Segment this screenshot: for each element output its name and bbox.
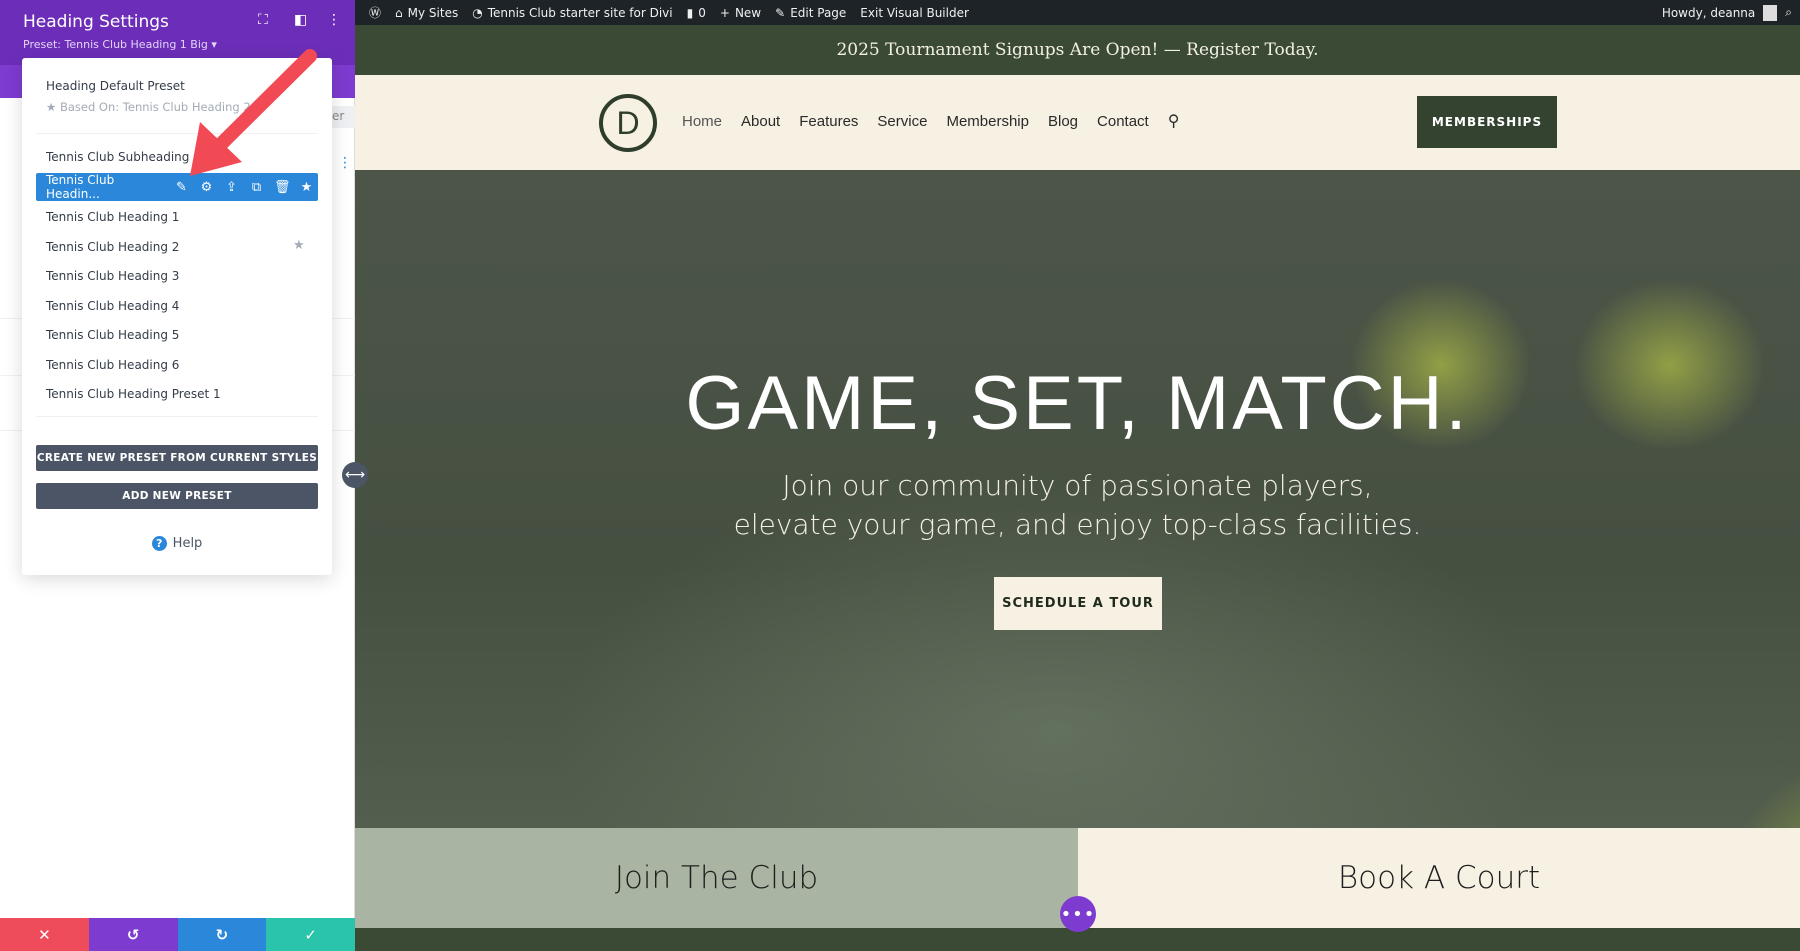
wp-admin-bar: Ⓦ ⌂ My Sites ◔ Tennis Club starter site fo… [355, 0, 1800, 25]
help-label: Help [172, 536, 203, 551]
comment-icon: ▮ [686, 5, 694, 20]
exit-visual-builder-link[interactable]: Exit Visual Builder [860, 6, 969, 20]
check-icon: ✓ [304, 925, 317, 944]
arrow-shaft [208, 49, 317, 157]
redo-button[interactable]: ↻ [177, 918, 267, 951]
edit-page-link[interactable]: ✎ Edit Page [775, 6, 846, 20]
add-new-preset-button[interactable]: ADD NEW PRESET [36, 483, 318, 509]
book-court-card[interactable]: Book A Court [1078, 828, 1800, 928]
nav-home[interactable]: Home [682, 113, 722, 130]
hero-title: GAME, SET, MATCH. [685, 361, 1470, 446]
dashboard-icon: ◔ [472, 5, 483, 20]
site-header: D Home About Features Service Membership… [355, 75, 1800, 170]
save-button[interactable]: ✓ [266, 918, 355, 951]
nav-contact[interactable]: Contact [1097, 113, 1149, 130]
preset-item[interactable]: Tennis Club Heading Preset 1 [46, 387, 221, 401]
search-icon[interactable]: ⚲ [1168, 111, 1180, 131]
undo-button[interactable]: ↺ [88, 918, 178, 951]
my-sites-link[interactable]: ⌂ My Sites [395, 6, 458, 20]
divider [36, 416, 318, 417]
site-logo[interactable]: D [599, 94, 657, 152]
new-link[interactable]: + New [720, 6, 761, 20]
nav-about[interactable]: About [741, 113, 780, 130]
discard-button[interactable]: ✕ [0, 918, 89, 951]
preset-item[interactable]: Tennis Club Heading 3 [46, 269, 179, 283]
site-name-link[interactable]: ◔ Tennis Club starter site for Divi [472, 6, 672, 20]
plus-icon: + [719, 5, 730, 20]
hero-subtitle-line: Join our community of passionate players… [782, 469, 1373, 502]
hero-section: GAME, SET, MATCH. Join our community of … [355, 170, 1800, 828]
create-preset-button[interactable]: CREATE NEW PRESET FROM CURRENT STYLES [36, 445, 318, 471]
comments-link[interactable]: ▮ 0 [687, 6, 706, 20]
schedule-tour-button[interactable]: SCHEDULE A TOUR [994, 577, 1162, 630]
edit-page-label: Edit Page [790, 5, 847, 20]
help-link[interactable]: ? Help [22, 536, 332, 551]
preset-item[interactable]: Tennis Club Heading 5 [46, 328, 179, 342]
undo-icon: ↺ [126, 925, 140, 944]
new-label: New [734, 5, 762, 20]
help-icon: ? [151, 536, 167, 551]
nav-membership[interactable]: Membership [946, 113, 1029, 130]
pencil-icon: ✎ [775, 5, 786, 20]
memberships-button[interactable]: MEMBERSHIPS [1417, 96, 1557, 148]
announcement-bar: 2025 Tournament Signups Are Open! — Regi… [355, 25, 1800, 75]
my-sites-label: My Sites [407, 5, 459, 20]
preset-item[interactable]: Tennis Club Heading 6 [46, 358, 179, 372]
nav-features[interactable]: Features [799, 113, 858, 130]
avatar[interactable] [1763, 4, 1778, 21]
nav-blog[interactable]: Blog [1048, 113, 1078, 130]
more-options-button[interactable]: ••• [1060, 896, 1096, 932]
preset-item[interactable]: Tennis Club Heading 4 [46, 299, 179, 313]
search-icon[interactable]: ⌕ [1785, 5, 1792, 20]
site-name-label: Tennis Club starter site for Divi [487, 5, 673, 20]
hero-subtitle-line: elevate your game, and enjoy top-class f… [733, 508, 1422, 541]
main-nav: Home About Features Service Membership B… [682, 111, 1179, 131]
sidebar-action-bar: ✕ ↺ ↻ ✓ [0, 918, 355, 951]
close-icon: ✕ [38, 925, 51, 944]
nav-service[interactable]: Service [877, 113, 927, 130]
comments-count: 0 [698, 5, 706, 20]
howdy-user-link[interactable]: Howdy, deanna [1662, 6, 1755, 20]
join-club-card[interactable]: Join The Club [355, 828, 1078, 928]
resize-handle[interactable]: ⟷ [342, 462, 368, 488]
red-arrow-annotation [190, 49, 317, 176]
redo-icon: ↻ [215, 925, 229, 944]
hero-subtitle: Join our community of passionate players… [355, 466, 1800, 544]
